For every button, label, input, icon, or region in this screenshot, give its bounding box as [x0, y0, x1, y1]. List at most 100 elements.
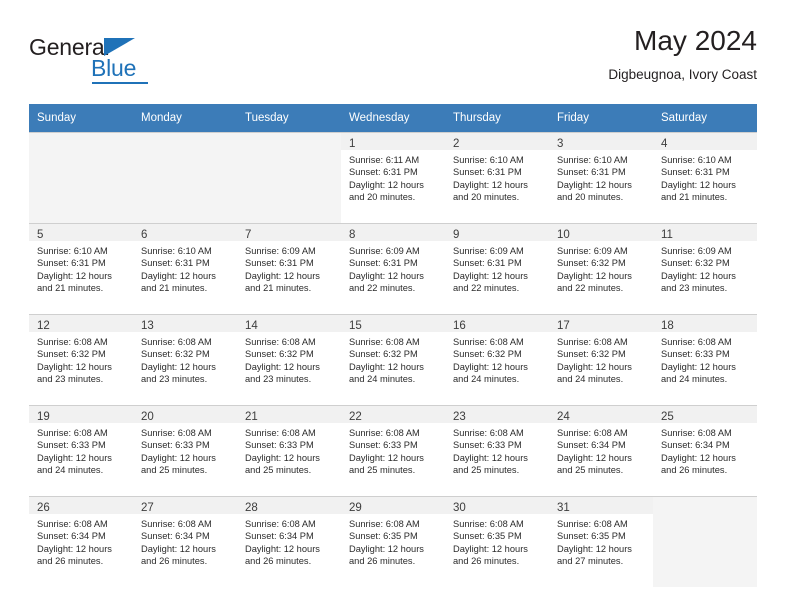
day-number-band: 22	[341, 406, 445, 423]
day-cell-inner: 1 Sunrise: 6:11 AM Sunset: 6:31 PM Daylight…	[341, 132, 445, 223]
calendar-day-cell[interactable]: 26 Sunrise: 6:08 AM Sunset: 6:34 PM Dayligh…	[29, 496, 133, 587]
day-number-band: 18	[653, 315, 757, 332]
day-number-band: 17	[549, 315, 653, 332]
sunrise-text: Sunrise: 6:08 AM	[453, 337, 524, 347]
sunrise-text: Sunrise: 6:10 AM	[141, 246, 212, 256]
calendar-day-cell[interactable]: 4 Sunrise: 6:10 AM Sunset: 6:31 PM Daylight…	[653, 132, 757, 223]
weekday-header-saturday: Saturday	[653, 104, 757, 132]
sunrise-text: Sunrise: 6:10 AM	[661, 155, 732, 165]
daylight-text: and 20 minutes.	[557, 192, 624, 203]
calendar-day-cell[interactable]: 3 Sunrise: 6:10 AM Sunset: 6:31 PM Daylight…	[549, 132, 653, 223]
calendar-day-cell[interactable]: 19 Sunrise: 6:08 AM Sunset: 6:33 PM Dayligh…	[29, 405, 133, 496]
calendar-day-cell[interactable]: 10 Sunrise: 6:09 AM Sunset: 6:32 PM Dayligh…	[549, 223, 653, 314]
sunrise-text: Sunrise: 6:08 AM	[37, 519, 108, 529]
sunset-text: Sunset: 6:32 PM	[661, 258, 730, 269]
calendar-day-cell[interactable]: 11 Sunrise: 6:09 AM Sunset: 6:32 PM Dayligh…	[653, 223, 757, 314]
daylight-text: and 22 minutes.	[349, 283, 416, 294]
sunset-text: Sunset: 6:31 PM	[349, 167, 418, 178]
day-number: 22	[349, 411, 362, 423]
day-number-band: 23	[445, 406, 549, 423]
day-number: 3	[557, 138, 564, 150]
calendar-day-cell[interactable]: 13 Sunrise: 6:08 AM Sunset: 6:32 PM Dayligh…	[133, 314, 237, 405]
day-detail-lines: Sunrise: 6:10 AM Sunset: 6:31 PM Daylight:…	[653, 150, 757, 204]
day-number-band: 2	[445, 133, 549, 150]
sunrise-text: Sunrise: 6:08 AM	[453, 428, 524, 438]
calendar-day-cell[interactable]: 8 Sunrise: 6:09 AM Sunset: 6:31 PM Daylight…	[341, 223, 445, 314]
daylight-text: Daylight: 12 hours	[37, 361, 112, 372]
day-number: 20	[141, 411, 154, 423]
sunrise-text: Sunrise: 6:09 AM	[349, 246, 420, 256]
day-cell-inner: 18 Sunrise: 6:08 AM Sunset: 6:33 PM Dayligh…	[653, 314, 757, 405]
general-blue-logo[interactable]: General Blue	[29, 34, 179, 90]
day-number: 21	[245, 411, 258, 423]
sunset-text: Sunset: 6:33 PM	[661, 349, 730, 360]
day-detail-lines: Sunrise: 6:09 AM Sunset: 6:31 PM Daylight:…	[237, 241, 341, 295]
sunrise-text: Sunrise: 6:08 AM	[349, 428, 420, 438]
day-cell-inner	[29, 132, 133, 223]
calendar-day-cell[interactable]: 15 Sunrise: 6:08 AM Sunset: 6:32 PM Dayligh…	[341, 314, 445, 405]
calendar-day-cell[interactable]: 14 Sunrise: 6:08 AM Sunset: 6:32 PM Dayligh…	[237, 314, 341, 405]
daylight-text: and 26 minutes.	[661, 465, 728, 476]
calendar-day-cell[interactable]: 17 Sunrise: 6:08 AM Sunset: 6:32 PM Dayligh…	[549, 314, 653, 405]
daylight-text: and 25 minutes.	[453, 465, 520, 476]
day-number-band	[237, 133, 341, 150]
logo-word-blue: Blue	[91, 55, 137, 81]
sunset-text: Sunset: 6:35 PM	[557, 531, 626, 542]
day-number-band: 19	[29, 406, 133, 423]
calendar-day-cell[interactable]: 2 Sunrise: 6:10 AM Sunset: 6:31 PM Daylight…	[445, 132, 549, 223]
daylight-text: and 23 minutes.	[245, 374, 312, 385]
calendar-empty-cell	[29, 132, 133, 223]
daylight-text: Daylight: 12 hours	[349, 543, 424, 554]
sunrise-text: Sunrise: 6:08 AM	[141, 519, 212, 529]
sunset-text: Sunset: 6:31 PM	[245, 258, 314, 269]
calendar-day-cell[interactable]: 16 Sunrise: 6:08 AM Sunset: 6:32 PM Dayligh…	[445, 314, 549, 405]
calendar-day-cell[interactable]: 27 Sunrise: 6:08 AM Sunset: 6:34 PM Dayligh…	[133, 496, 237, 587]
page-header: General Blue May 2024 Digbeugnoa, Ivory …	[29, 24, 757, 96]
day-number: 1	[349, 138, 356, 150]
weekday-header-wednesday: Wednesday	[341, 104, 445, 132]
calendar-day-cell[interactable]: 21 Sunrise: 6:08 AM Sunset: 6:33 PM Dayligh…	[237, 405, 341, 496]
sunrise-text: Sunrise: 6:08 AM	[349, 519, 420, 529]
day-number: 19	[37, 411, 50, 423]
day-cell-inner: 17 Sunrise: 6:08 AM Sunset: 6:32 PM Dayligh…	[549, 314, 653, 405]
day-cell-inner: 9 Sunrise: 6:09 AM Sunset: 6:31 PM Daylight…	[445, 223, 549, 314]
sunset-text: Sunset: 6:31 PM	[349, 258, 418, 269]
day-detail-lines: Sunrise: 6:09 AM Sunset: 6:31 PM Daylight:…	[341, 241, 445, 295]
calendar-day-cell[interactable]: 6 Sunrise: 6:10 AM Sunset: 6:31 PM Daylight…	[133, 223, 237, 314]
day-number: 9	[453, 229, 460, 241]
weekday-header-monday: Monday	[133, 104, 237, 132]
sunrise-text: Sunrise: 6:08 AM	[661, 337, 732, 347]
sunset-text: Sunset: 6:34 PM	[37, 531, 106, 542]
calendar-day-cell[interactable]: 28 Sunrise: 6:08 AM Sunset: 6:34 PM Dayligh…	[237, 496, 341, 587]
calendar-day-cell[interactable]: 1 Sunrise: 6:11 AM Sunset: 6:31 PM Daylight…	[341, 132, 445, 223]
daylight-text: Daylight: 12 hours	[661, 270, 736, 281]
day-detail-lines: Sunrise: 6:11 AM Sunset: 6:31 PM Daylight:…	[341, 150, 445, 204]
day-number: 14	[245, 320, 258, 332]
calendar-day-cell[interactable]: 20 Sunrise: 6:08 AM Sunset: 6:33 PM Dayligh…	[133, 405, 237, 496]
calendar-day-cell[interactable]: 5 Sunrise: 6:10 AM Sunset: 6:31 PM Daylight…	[29, 223, 133, 314]
sunrise-text: Sunrise: 6:08 AM	[557, 519, 628, 529]
daylight-text: Daylight: 12 hours	[661, 179, 736, 190]
daylight-text: Daylight: 12 hours	[349, 452, 424, 463]
calendar-day-cell[interactable]: 29 Sunrise: 6:08 AM Sunset: 6:35 PM Dayligh…	[341, 496, 445, 587]
day-number-band: 26	[29, 497, 133, 514]
sunset-text: Sunset: 6:31 PM	[141, 258, 210, 269]
day-number-band	[133, 133, 237, 150]
calendar-day-cell[interactable]: 24 Sunrise: 6:08 AM Sunset: 6:34 PM Dayligh…	[549, 405, 653, 496]
daylight-text: and 24 minutes.	[349, 374, 416, 385]
daylight-text: and 25 minutes.	[349, 465, 416, 476]
sunset-text: Sunset: 6:31 PM	[557, 167, 626, 178]
calendar-day-cell[interactable]: 7 Sunrise: 6:09 AM Sunset: 6:31 PM Daylight…	[237, 223, 341, 314]
calendar-day-cell[interactable]: 30 Sunrise: 6:08 AM Sunset: 6:35 PM Dayligh…	[445, 496, 549, 587]
day-number-band: 3	[549, 133, 653, 150]
calendar-day-cell[interactable]: 9 Sunrise: 6:09 AM Sunset: 6:31 PM Daylight…	[445, 223, 549, 314]
calendar-day-cell[interactable]: 12 Sunrise: 6:08 AM Sunset: 6:32 PM Dayligh…	[29, 314, 133, 405]
daylight-text: Daylight: 12 hours	[453, 270, 528, 281]
day-number: 6	[141, 229, 148, 241]
calendar-day-cell[interactable]: 22 Sunrise: 6:08 AM Sunset: 6:33 PM Dayligh…	[341, 405, 445, 496]
calendar-day-cell[interactable]: 31 Sunrise: 6:08 AM Sunset: 6:35 PM Dayligh…	[549, 496, 653, 587]
calendar-day-cell[interactable]: 23 Sunrise: 6:08 AM Sunset: 6:33 PM Dayligh…	[445, 405, 549, 496]
daylight-text: and 23 minutes.	[661, 283, 728, 294]
calendar-day-cell[interactable]: 18 Sunrise: 6:08 AM Sunset: 6:33 PM Dayligh…	[653, 314, 757, 405]
calendar-day-cell[interactable]: 25 Sunrise: 6:08 AM Sunset: 6:34 PM Dayligh…	[653, 405, 757, 496]
